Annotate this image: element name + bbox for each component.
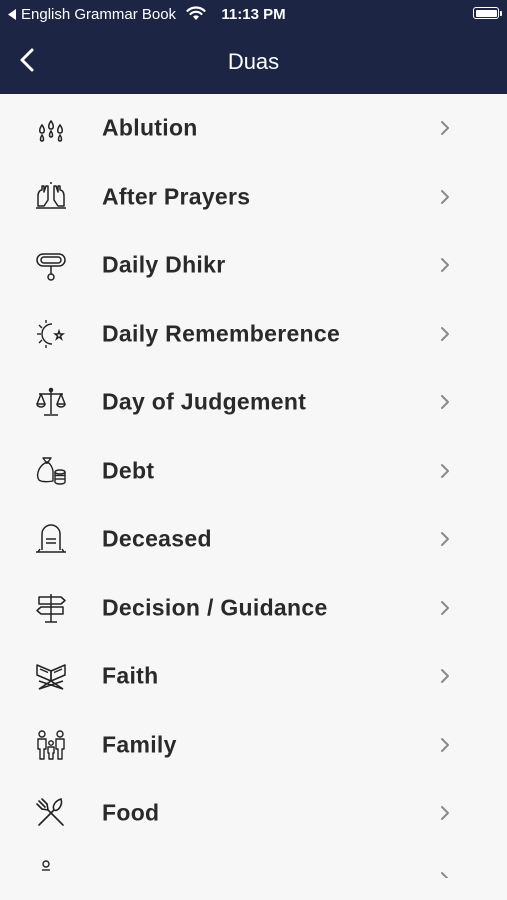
prayer-beads-icon [36, 253, 66, 281]
list-item-label: Daily Rememberence [102, 320, 341, 347]
list-item-food[interactable]: Food [0, 779, 507, 848]
chevron-right-icon [441, 189, 449, 204]
chevron-right-icon [441, 871, 449, 878]
chevron-right-icon [441, 258, 449, 273]
list-item-debt[interactable]: Debt [0, 437, 507, 506]
list-item-partial[interactable] [0, 848, 507, 878]
chevron-right-icon [441, 326, 449, 341]
praying-hands-icon [36, 181, 66, 209]
list-item-label: Decision / Guidance [102, 594, 328, 621]
battery-icon [473, 7, 502, 19]
list-item-daily-rememberence[interactable]: Daily Rememberence [0, 300, 507, 369]
status-time: 11:13 PM [221, 6, 286, 23]
list-item-label: Faith [102, 662, 159, 689]
page-title: Duas [227, 49, 280, 74]
status-bar: English Grammar Book 11:13 PM [0, 0, 507, 30]
chevron-right-icon [441, 121, 449, 136]
list-item-deceased[interactable]: Deceased [0, 505, 507, 574]
signpost-icon [36, 593, 66, 623]
list-item-label: Ablution [102, 114, 198, 141]
quran-stand-icon [36, 664, 66, 690]
list-item-label: Family [102, 731, 177, 758]
list-item-faith[interactable]: Faith [0, 642, 507, 711]
fork-knife-icon [36, 798, 64, 827]
water-drops-icon [39, 119, 63, 143]
list-item-label: After Prayers [102, 183, 251, 210]
money-bag-icon [36, 457, 66, 485]
list-item-label: Debt [102, 457, 155, 484]
navigation-bar: Duas [0, 30, 507, 94]
list-item-ablution[interactable]: Ablution [0, 94, 507, 163]
chevron-right-icon [441, 600, 449, 615]
list-item-daily-dhikr[interactable]: Daily Dhikr [0, 231, 507, 300]
chevron-right-icon [441, 532, 449, 547]
list-item-after-prayers[interactable]: After Prayers [0, 163, 507, 232]
duas-category-list: Ablution After Prayers Daily Dhikr Daily… [0, 94, 507, 878]
sun-moon-icon [37, 319, 65, 348]
family-icon [37, 730, 65, 760]
chevron-right-icon [441, 395, 449, 410]
list-item-label: Deceased [102, 525, 212, 552]
chevron-right-icon [441, 806, 449, 821]
list-item-label: Daily Dhikr [102, 251, 226, 278]
chevron-right-icon [441, 463, 449, 478]
list-item-label: Food [102, 799, 160, 826]
chevron-right-icon [441, 737, 449, 752]
partial-icon [42, 859, 50, 871]
scales-icon [36, 388, 66, 416]
list-item-family[interactable]: Family [0, 711, 507, 780]
list-item-label: Day of Judgement [102, 388, 307, 415]
chevron-right-icon [441, 669, 449, 684]
list-item-day-of-judgement[interactable]: Day of Judgement [0, 368, 507, 437]
gravestone-icon [36, 524, 66, 553]
list-item-decision-guidance[interactable]: Decision / Guidance [0, 574, 507, 643]
